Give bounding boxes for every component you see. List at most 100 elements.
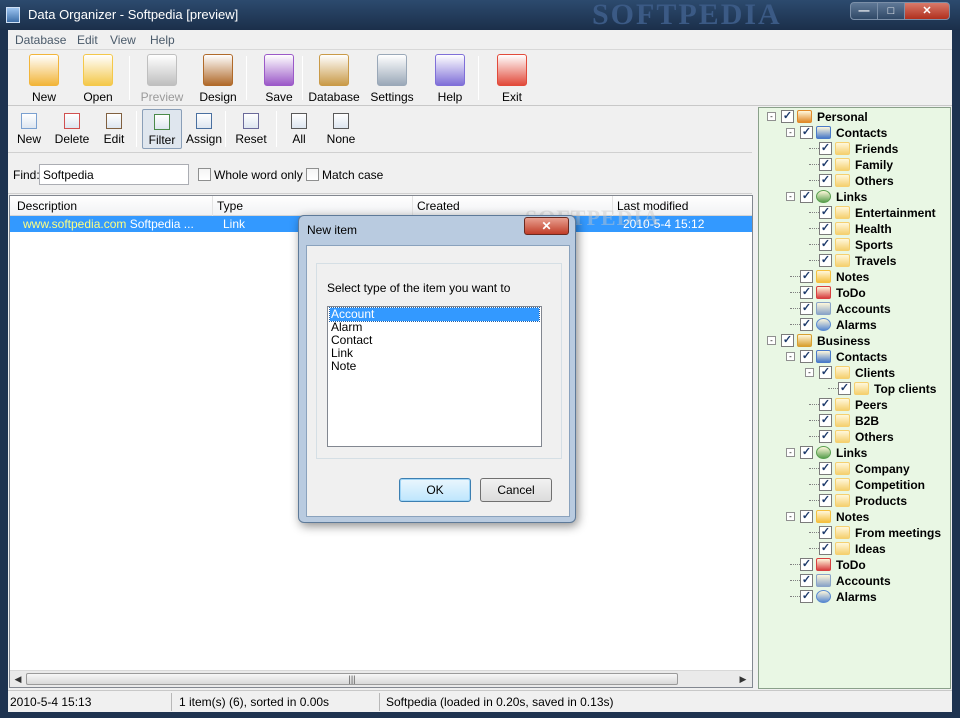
toolbar-preview-button[interactable]: Preview: [136, 52, 188, 104]
tree-node-friends[interactable]: ✓ Friends: [759, 141, 949, 157]
tree-node-accounts[interactable]: ✓ Accounts: [759, 573, 949, 589]
dialog-close-button[interactable]: ✕: [524, 217, 569, 235]
tree-checkbox[interactable]: ✓: [819, 206, 832, 219]
tree-checkbox[interactable]: ✓: [781, 110, 794, 123]
menu-help[interactable]: Help: [150, 33, 175, 47]
tree-node-company[interactable]: ✓ Company: [759, 461, 949, 477]
option-contact[interactable]: Contact: [330, 334, 539, 347]
collapse-icon[interactable]: -: [767, 336, 776, 345]
tree-checkbox[interactable]: ✓: [819, 142, 832, 155]
tree-node-alarms[interactable]: ✓ Alarms: [759, 589, 949, 605]
cancel-button[interactable]: Cancel: [480, 478, 552, 502]
tree-checkbox[interactable]: ✓: [819, 238, 832, 251]
tree-node-family[interactable]: ✓ Family: [759, 157, 949, 173]
ok-button[interactable]: OK: [399, 478, 471, 502]
tree-node-links[interactable]: - ✓ Links: [759, 189, 949, 205]
tree-checkbox[interactable]: ✓: [800, 190, 813, 203]
tree-checkbox[interactable]: ✓: [838, 382, 851, 395]
item-reset-button[interactable]: Reset: [232, 109, 270, 149]
tree-node-entertainment[interactable]: ✓ Entertainment: [759, 205, 949, 221]
column-type[interactable]: Type: [217, 199, 243, 213]
item-none-button[interactable]: None: [320, 109, 362, 149]
option-link[interactable]: Link: [330, 347, 539, 360]
tree-checkbox[interactable]: ✓: [819, 542, 832, 555]
item-delete-button[interactable]: Delete: [52, 109, 92, 149]
tree-node-products[interactable]: ✓ Products: [759, 493, 949, 509]
match-case-checkbox[interactable]: [306, 168, 319, 181]
collapse-icon[interactable]: -: [767, 112, 776, 121]
tree-node-health[interactable]: ✓ Health: [759, 221, 949, 237]
horizontal-scrollbar[interactable]: ◀ ||| ▶: [10, 670, 752, 687]
tree-checkbox[interactable]: ✓: [800, 350, 813, 363]
tree-node-accounts[interactable]: ✓ Accounts: [759, 301, 949, 317]
tree-node-b2b[interactable]: ✓ B2B: [759, 413, 949, 429]
tree-node-links[interactable]: - ✓ Links: [759, 445, 949, 461]
item-assign-button[interactable]: Assign: [184, 109, 224, 149]
column-description[interactable]: Description: [17, 199, 77, 213]
tree-checkbox[interactable]: ✓: [781, 334, 794, 347]
option-note[interactable]: Note: [330, 360, 539, 373]
tree-checkbox[interactable]: ✓: [800, 510, 813, 523]
tree-checkbox[interactable]: ✓: [819, 158, 832, 171]
toolbar-help-button[interactable]: Help: [424, 52, 476, 104]
tree-checkbox[interactable]: ✓: [819, 526, 832, 539]
tree-node-others[interactable]: ✓ Others: [759, 429, 949, 445]
tree-node-alarms[interactable]: ✓ Alarms: [759, 317, 949, 333]
collapse-icon[interactable]: -: [786, 352, 795, 361]
tree-checkbox[interactable]: ✓: [800, 302, 813, 315]
collapse-icon[interactable]: -: [786, 512, 795, 521]
tree-node-from-meetings[interactable]: ✓ From meetings: [759, 525, 949, 541]
toolbar-settings-button[interactable]: Settings: [366, 52, 418, 104]
maximize-button[interactable]: □: [877, 2, 905, 20]
item-all-button[interactable]: All: [284, 109, 314, 149]
tree-node-notes[interactable]: - ✓ Notes: [759, 509, 949, 525]
category-tree[interactable]: - ✓ Personal - ✓ Contacts ✓ Friends ✓ Family ✓ Othe…: [758, 107, 951, 689]
tree-checkbox[interactable]: ✓: [800, 270, 813, 283]
item-filter-button[interactable]: Filter: [142, 109, 182, 149]
tree-checkbox[interactable]: ✓: [819, 254, 832, 267]
collapse-icon[interactable]: -: [786, 448, 795, 457]
toolbar-save-button[interactable]: Save: [253, 52, 305, 104]
item-type-list[interactable]: Account Alarm Contact Link Note: [327, 306, 542, 447]
collapse-icon[interactable]: -: [786, 192, 795, 201]
tree-node-contacts[interactable]: - ✓ Contacts: [759, 125, 949, 141]
scroll-left-icon[interactable]: ◀: [11, 672, 25, 686]
tree-checkbox[interactable]: ✓: [800, 446, 813, 459]
scroll-thumb[interactable]: |||: [26, 673, 678, 685]
tree-node-business[interactable]: - ✓ Business: [759, 333, 949, 349]
toolbar-exit-button[interactable]: Exit: [486, 52, 538, 104]
menu-view[interactable]: View: [110, 33, 136, 47]
collapse-icon[interactable]: -: [805, 368, 814, 377]
tree-checkbox[interactable]: ✓: [800, 318, 813, 331]
tree-node-travels[interactable]: ✓ Travels: [759, 253, 949, 269]
minimize-button[interactable]: —: [850, 2, 878, 20]
whole-word-checkbox[interactable]: [198, 168, 211, 181]
tree-checkbox[interactable]: ✓: [819, 414, 832, 427]
column-separator[interactable]: [212, 196, 213, 216]
column-created[interactable]: Created: [417, 199, 460, 213]
tree-node-competition[interactable]: ✓ Competition: [759, 477, 949, 493]
tree-checkbox[interactable]: ✓: [800, 558, 813, 571]
tree-node-peers[interactable]: ✓ Peers: [759, 397, 949, 413]
tree-checkbox[interactable]: ✓: [819, 366, 832, 379]
toolbar-open-button[interactable]: Open: [72, 52, 124, 104]
tree-node-others[interactable]: ✓ Others: [759, 173, 949, 189]
tree-checkbox[interactable]: ✓: [819, 478, 832, 491]
tree-node-personal[interactable]: - ✓ Personal: [759, 109, 949, 125]
tree-checkbox[interactable]: ✓: [800, 126, 813, 139]
tree-checkbox[interactable]: ✓: [800, 574, 813, 587]
tree-node-contacts[interactable]: - ✓ Contacts: [759, 349, 949, 365]
close-window-button[interactable]: ✕: [904, 2, 950, 20]
toolbar-new-button[interactable]: New: [18, 52, 70, 104]
tree-node-todo[interactable]: ✓ ToDo: [759, 557, 949, 573]
tree-checkbox[interactable]: ✓: [819, 222, 832, 235]
tree-checkbox[interactable]: ✓: [819, 174, 832, 187]
tree-checkbox[interactable]: ✓: [819, 398, 832, 411]
tree-node-notes[interactable]: ✓ Notes: [759, 269, 949, 285]
tree-node-ideas[interactable]: ✓ Ideas: [759, 541, 949, 557]
collapse-icon[interactable]: -: [786, 128, 795, 137]
tree-checkbox[interactable]: ✓: [819, 494, 832, 507]
tree-node-clients[interactable]: - ✓ Clients: [759, 365, 949, 381]
find-input[interactable]: [39, 164, 189, 185]
tree-node-sports[interactable]: ✓ Sports: [759, 237, 949, 253]
